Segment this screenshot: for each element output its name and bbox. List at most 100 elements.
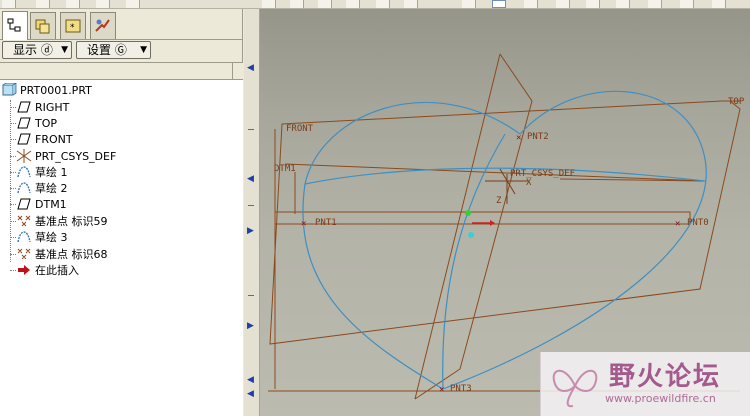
toolbar-button[interactable] <box>96 0 110 8</box>
tree-item-label: 基准点 标识59 <box>35 215 108 228</box>
label-top: TOP <box>728 97 745 107</box>
toolbar-button[interactable] <box>712 0 726 8</box>
toolbar-button[interactable] <box>318 0 332 8</box>
folder-browser-icon <box>35 19 50 34</box>
splitter-mark <box>248 129 254 130</box>
settings-dropdown-button[interactable]: 设置 Ⓖ ▼ <box>76 41 151 59</box>
tree-item-label: FRONT <box>35 132 73 146</box>
label-pnt2: PNT2 <box>527 132 549 142</box>
app-window: * 显示 ⓓ ▼ 设置 Ⓖ ▼ PRT0001.PRT RIGHT TOP FR… <box>0 0 750 416</box>
tab-connections[interactable] <box>90 12 116 39</box>
tree-item-datum-point-68[interactable]: 基准点 标识68 <box>16 246 108 262</box>
model-tree: PRT0001.PRT RIGHT TOP FRONT PRT_CSYS_DEF… <box>0 80 243 416</box>
label-axis-z: Z <box>496 196 502 206</box>
navigator-panel: * 显示 ⓓ ▼ 设置 Ⓖ ▼ PRT0001.PRT RIGHT TOP FR… <box>0 9 243 416</box>
toolbar-button[interactable] <box>126 0 140 8</box>
csys-icon <box>16 149 32 163</box>
toolbar-button[interactable] <box>376 0 390 8</box>
toolbar-button[interactable] <box>2 0 16 8</box>
toolbar-button[interactable] <box>616 0 630 8</box>
datum-plane-icon <box>16 197 32 211</box>
sketch-curves <box>302 90 707 390</box>
toolbar-button[interactable] <box>404 0 418 8</box>
expand-arrow-icon[interactable]: ▶ <box>247 226 255 236</box>
collapse-arrow-icon[interactable]: ◀ <box>247 174 255 184</box>
sketch-icon <box>16 165 32 179</box>
tree-item-label: 基准点 标识68 <box>35 248 108 261</box>
tree-item-csys[interactable]: PRT_CSYS_DEF <box>16 148 116 164</box>
tree-item-dtm1[interactable]: DTM1 <box>16 196 67 212</box>
tab-model-tree[interactable] <box>2 11 28 40</box>
toolbar-button-active[interactable] <box>492 0 506 8</box>
label-axis-x: X <box>526 178 532 188</box>
insert-here-arrow-icon <box>16 263 32 277</box>
tree-item-label: 草绘 3 <box>35 231 68 244</box>
tab-folder-browser[interactable] <box>30 12 56 39</box>
tree-item-insert-here[interactable]: 在此插入 <box>16 262 79 278</box>
curve-sketch-right[interactable] <box>442 90 707 390</box>
toolbar-button[interactable] <box>524 0 538 8</box>
column-divider[interactable] <box>232 63 233 79</box>
tree-item-right[interactable]: RIGHT <box>16 99 69 115</box>
toolbar-button[interactable] <box>462 0 476 8</box>
datum-plane-dtm1[interactable] <box>284 163 706 182</box>
tree-item-sketch-3[interactable]: 草绘 3 <box>16 229 68 245</box>
tree-item-label: PRT0001.PRT <box>20 83 92 97</box>
tree-item-front[interactable]: FRONT <box>16 131 73 147</box>
label-pnt3: PNT3 <box>450 384 472 394</box>
tree-item-sketch-2[interactable]: 草绘 2 <box>16 180 68 196</box>
label-front: FRONT <box>286 124 314 134</box>
toolbar-button[interactable] <box>556 0 570 8</box>
datum-plane-top[interactable] <box>269 100 741 345</box>
datum-plane-front[interactable] <box>274 211 691 225</box>
pnt2-marker[interactable]: ✕ <box>516 133 521 143</box>
label-pnt1: PNT1 <box>315 218 337 228</box>
toolbar-button[interactable] <box>262 0 276 8</box>
panel-splitter[interactable]: ◀ ◀ ▶ ▶ ◀ ◀ <box>244 9 260 416</box>
toolbar-button[interactable] <box>36 0 50 8</box>
collapse-arrow-icon[interactable]: ◀ <box>247 375 255 385</box>
top-toolbar <box>0 0 750 9</box>
curve-sketch-csys[interactable] <box>304 167 706 185</box>
expand-arrow-icon[interactable]: ▶ <box>247 321 255 331</box>
show-dropdown-button[interactable]: 显示 ⓓ ▼ <box>2 41 72 59</box>
toolbar-button[interactable] <box>680 0 694 8</box>
watermark-title: 野火论坛 <box>609 362 722 392</box>
tree-item-part[interactable]: PRT0001.PRT <box>1 82 92 98</box>
tree-item-datum-point-59[interactable]: 基准点 标识59 <box>16 213 108 229</box>
splitter-mark <box>248 205 254 206</box>
pnt0-marker[interactable]: ✕ <box>675 219 680 229</box>
curve-sketch-left[interactable] <box>302 101 521 390</box>
part-icon <box>1 83 17 97</box>
tab-favorites[interactable]: * <box>60 12 86 39</box>
datum-point-icon <box>16 247 32 261</box>
label-csys: PRT_CSYS_DEF <box>510 169 575 179</box>
pnt3-marker[interactable]: ✕ <box>439 385 444 395</box>
settings-dropdown-label: 设置 Ⓖ <box>87 43 127 57</box>
tree-item-label: TOP <box>35 116 58 130</box>
toolbar-button[interactable] <box>346 0 360 8</box>
forum-watermark: 野火论坛 www.proewildfire.cn <box>540 352 750 416</box>
toolbar-button[interactable] <box>66 0 80 8</box>
toolbar-button[interactable] <box>586 0 600 8</box>
panel-tabs: * <box>0 9 243 40</box>
label-pnt0: PNT0 <box>687 218 709 228</box>
connections-icon <box>95 19 110 32</box>
collapse-arrow-icon[interactable]: ◀ <box>247 63 255 73</box>
tree-item-label: 草绘 2 <box>35 182 68 195</box>
tree-item-label: RIGHT <box>35 100 70 114</box>
toolbar-button[interactable] <box>290 0 304 8</box>
tree-item-sketch-1[interactable]: 草绘 1 <box>16 164 68 180</box>
tree-item-label: PRT_CSYS_DEF <box>35 149 117 163</box>
tree-item-label: 草绘 1 <box>35 166 68 179</box>
collapse-arrow-icon[interactable]: ◀ <box>247 389 255 399</box>
datum-plane-right[interactable] <box>414 53 533 400</box>
pnt1-marker[interactable]: ✕ <box>301 219 306 229</box>
toolbar-button[interactable] <box>648 0 662 8</box>
label-dtm1: DTM1 <box>274 164 296 174</box>
chevron-down-icon: ▼ <box>140 45 147 55</box>
svg-text:*: * <box>70 23 75 33</box>
tree-item-label: 在此插入 <box>35 264 79 277</box>
tree-item-top[interactable]: TOP <box>16 115 57 131</box>
sketch-icon <box>16 230 32 244</box>
